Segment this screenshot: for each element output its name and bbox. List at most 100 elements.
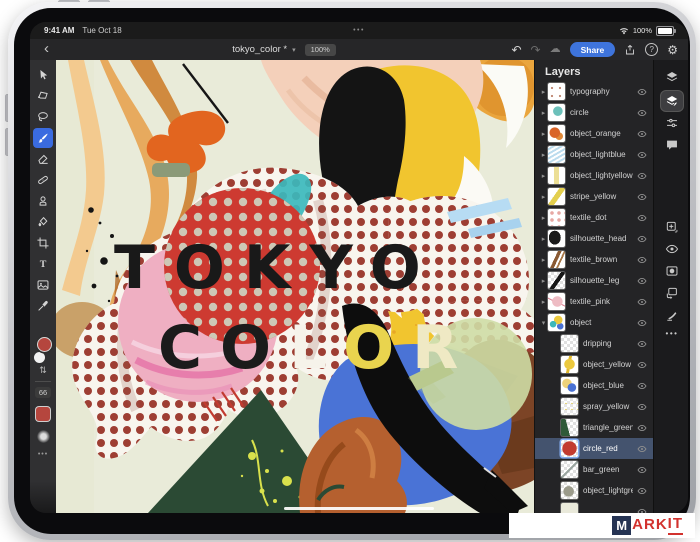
canvas-area[interactable]: TOKYO COLOR bbox=[56, 60, 534, 513]
layers-panel[interactable]: Layers ▸typography▸circle▸object_orange▸… bbox=[534, 60, 653, 513]
layer-row-textile_pink[interactable]: ▸textile_pink bbox=[535, 291, 653, 312]
document-title[interactable]: tokyo_color * bbox=[232, 44, 287, 55]
visibility-eye-icon[interactable] bbox=[637, 255, 647, 265]
chevron-right-icon[interactable]: ▸ bbox=[539, 214, 548, 222]
visibility-eye-icon[interactable] bbox=[637, 171, 647, 181]
home-indicator[interactable] bbox=[284, 507, 434, 511]
visibility-eye-icon[interactable] bbox=[637, 402, 647, 412]
visibility-eye-icon[interactable] bbox=[637, 423, 647, 433]
layer-row-circle_red[interactable]: circle_red bbox=[535, 438, 653, 459]
chevron-right-icon[interactable]: ▸ bbox=[539, 88, 548, 96]
chevron-right-icon[interactable]: ▸ bbox=[539, 277, 548, 285]
layer-row-typography[interactable]: ▸typography bbox=[535, 81, 653, 102]
color-well[interactable] bbox=[33, 337, 53, 363]
brush-size-badge[interactable]: 66 bbox=[35, 387, 51, 398]
layer-mask-icon[interactable] bbox=[661, 263, 683, 279]
foreground-color-swatch[interactable] bbox=[37, 337, 52, 352]
chevron-right-icon[interactable]: ▸ bbox=[539, 109, 548, 117]
export-icon[interactable] bbox=[624, 44, 636, 56]
layer-row-object_lightblue[interactable]: ▸object_lightblue bbox=[535, 144, 653, 165]
move-tool[interactable] bbox=[33, 65, 53, 85]
watermark-text: ARK bbox=[632, 517, 668, 534]
brush-tool[interactable] bbox=[33, 128, 53, 148]
visibility-eye-icon[interactable] bbox=[637, 213, 647, 223]
chevron-right-icon[interactable]: ▸ bbox=[539, 193, 548, 201]
multitask-dots-icon[interactable]: ••• bbox=[30, 27, 688, 34]
eraser-tool[interactable] bbox=[33, 149, 53, 169]
layer-row-object_lightyellow[interactable]: ▸object_lightyellow bbox=[535, 165, 653, 186]
eyedropper-tool[interactable] bbox=[33, 296, 53, 316]
comment-icon[interactable] bbox=[661, 137, 683, 153]
layer-row-object_blue[interactable]: object_blue bbox=[535, 375, 653, 396]
chevron-down-icon[interactable]: ▾ bbox=[539, 319, 548, 327]
background-color-swatch[interactable] bbox=[34, 352, 45, 363]
visibility-eye-icon[interactable] bbox=[637, 381, 647, 391]
visibility-eye-icon[interactable] bbox=[637, 108, 647, 118]
chevron-right-icon[interactable]: ▸ bbox=[539, 151, 548, 159]
chevron-down-icon[interactable]: ▾ bbox=[292, 46, 296, 54]
layer-row-silhouette_leg[interactable]: ▸silhouette_leg bbox=[535, 270, 653, 291]
visibility-eye-icon[interactable] bbox=[637, 444, 647, 454]
layer-row-silhouette_head[interactable]: ▸silhouette_head bbox=[535, 228, 653, 249]
crop-tool[interactable] bbox=[33, 233, 53, 253]
layer-row-textile_brown[interactable]: ▸textile_brown bbox=[535, 249, 653, 270]
undo-icon[interactable]: ↶ bbox=[511, 44, 521, 56]
chevron-right-icon[interactable]: ▸ bbox=[539, 298, 548, 306]
layers-panel-icon[interactable] bbox=[661, 69, 683, 85]
chevron-right-icon[interactable]: ▸ bbox=[539, 235, 548, 243]
cloud-sync-icon[interactable]: ☁ bbox=[550, 44, 561, 55]
fill-tool[interactable] bbox=[33, 212, 53, 232]
chevron-right-icon[interactable]: ▸ bbox=[539, 256, 548, 264]
visibility-eye-icon[interactable] bbox=[637, 129, 647, 139]
visibility-icon[interactable] bbox=[661, 241, 683, 257]
settings-gear-icon[interactable]: ⚙ bbox=[667, 44, 678, 56]
layer-row-object_yellow[interactable]: object_yellow bbox=[535, 354, 653, 375]
type-tool[interactable]: T bbox=[33, 254, 53, 274]
visibility-eye-icon[interactable] bbox=[637, 339, 647, 349]
clone-stamp-tool[interactable] bbox=[33, 191, 53, 211]
visibility-eye-icon[interactable] bbox=[637, 360, 647, 370]
layer-row-triangle_green[interactable]: triangle_green bbox=[535, 417, 653, 438]
toolbar-more-icon[interactable]: ••• bbox=[38, 451, 48, 458]
layer-row-textile_dot[interactable]: ▸textile_dot bbox=[535, 207, 653, 228]
polygon-lasso-tool[interactable] bbox=[33, 86, 53, 106]
visibility-eye-icon[interactable] bbox=[637, 465, 647, 475]
layer-fill-icon[interactable] bbox=[661, 307, 683, 323]
place-image-tool[interactable] bbox=[33, 275, 53, 295]
healing-brush-tool[interactable] bbox=[33, 170, 53, 190]
layer-row-partial[interactable] bbox=[535, 501, 653, 513]
layer-thumbnail bbox=[548, 314, 565, 331]
add-layer-icon[interactable] bbox=[661, 219, 683, 235]
taskbar-more-icon[interactable]: ••• bbox=[666, 329, 679, 338]
visibility-eye-icon[interactable] bbox=[637, 192, 647, 202]
chevron-right-icon[interactable]: ▸ bbox=[539, 130, 548, 138]
layer-properties-icon[interactable] bbox=[661, 91, 683, 111]
layer-list[interactable]: ▸typography▸circle▸object_orange▸object_… bbox=[535, 81, 653, 513]
brush-softness-preview[interactable] bbox=[37, 430, 50, 443]
current-color-swatch[interactable] bbox=[36, 407, 50, 421]
visibility-eye-icon[interactable] bbox=[637, 234, 647, 244]
zoom-level-badge[interactable]: 100% bbox=[305, 44, 336, 56]
visibility-eye-icon[interactable] bbox=[637, 150, 647, 160]
visibility-eye-icon[interactable] bbox=[637, 87, 647, 97]
help-icon[interactable]: ? bbox=[645, 43, 658, 56]
visibility-eye-icon[interactable] bbox=[637, 276, 647, 286]
chevron-right-icon[interactable]: ▸ bbox=[539, 172, 548, 180]
layer-row-spray_yellow[interactable]: spray_yellow bbox=[535, 396, 653, 417]
layer-row-object_orange[interactable]: ▸object_orange bbox=[535, 123, 653, 144]
layer-row-circle[interactable]: ▸circle bbox=[535, 102, 653, 123]
layer-row-stripe_yellow[interactable]: ▸stripe_yellow bbox=[535, 186, 653, 207]
lasso-tool[interactable] bbox=[33, 107, 53, 127]
clipping-mask-icon[interactable] bbox=[661, 285, 683, 301]
adjustments-icon[interactable] bbox=[661, 115, 683, 131]
layer-row-bar_green[interactable]: bar_green bbox=[535, 459, 653, 480]
redo-icon[interactable]: ↷ bbox=[531, 44, 541, 56]
visibility-eye-icon[interactable] bbox=[637, 486, 647, 496]
visibility-eye-icon[interactable] bbox=[637, 318, 647, 328]
swap-colors-icon[interactable]: ⇅ bbox=[39, 366, 47, 375]
layer-row-object_lightgreen[interactable]: object_lightgreen bbox=[535, 480, 653, 501]
layer-row-dripping[interactable]: dripping bbox=[535, 333, 653, 354]
share-button[interactable]: Share bbox=[570, 42, 616, 57]
visibility-eye-icon[interactable] bbox=[637, 297, 647, 307]
layer-row-object[interactable]: ▾object bbox=[535, 312, 653, 333]
